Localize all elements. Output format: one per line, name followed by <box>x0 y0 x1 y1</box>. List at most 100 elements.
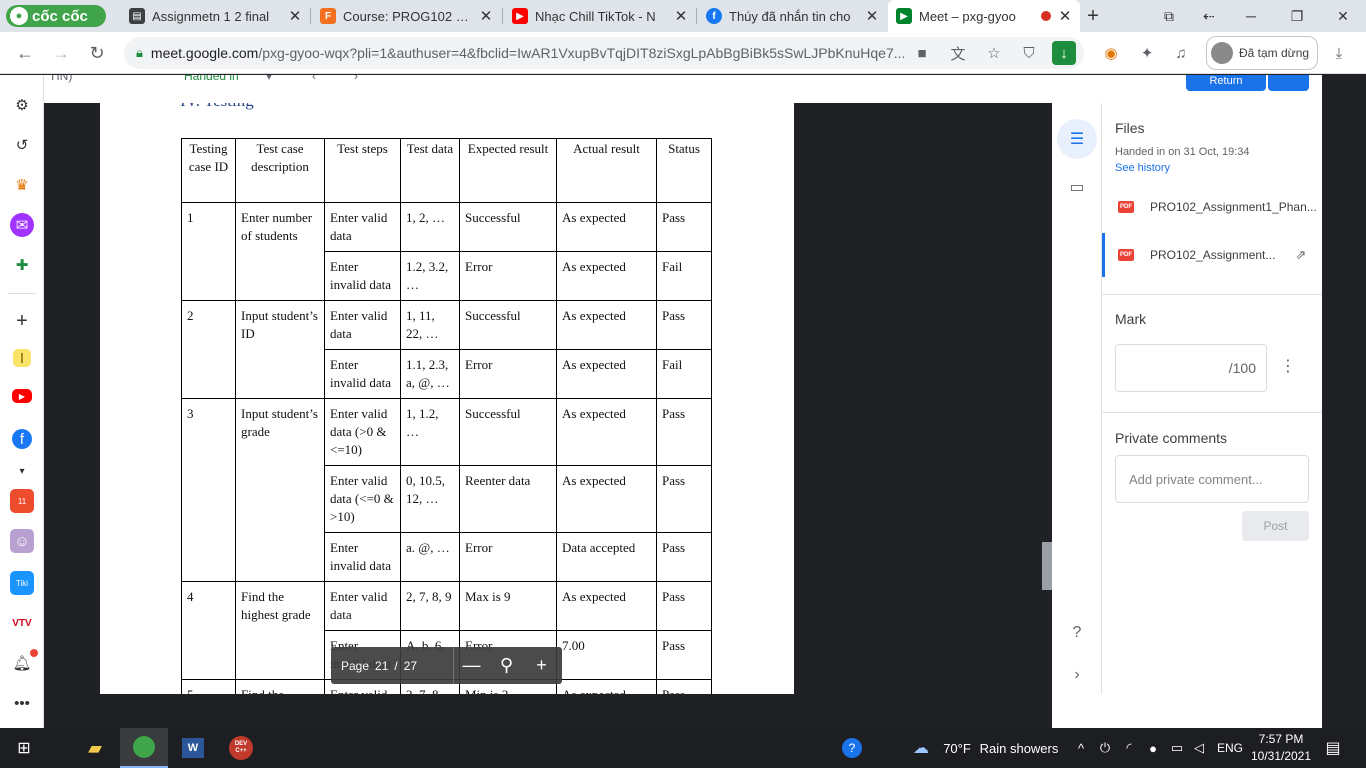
zoom-icon[interactable]: ⚲ <box>489 655 524 676</box>
tab-facebook[interactable]: f Thúy đã nhắn tin cho ✕ <box>698 0 887 32</box>
maximize-button[interactable]: ❐ <box>1274 0 1320 32</box>
devcpp-icon[interactable]: DEV C++ <box>218 728 264 768</box>
back-history-icon[interactable]: ⇠ <box>1186 0 1232 32</box>
file-item[interactable]: PDF PRO102_Assignment1_Phan... <box>1102 185 1322 229</box>
weather-temperature[interactable]: 70°F <box>939 728 975 768</box>
anime-avatar-icon[interactable]: ☺ <box>10 529 34 553</box>
pdf-page: IV. Testing Testing case ID Test case de… <box>100 103 794 694</box>
close-icon[interactable]: ✕ <box>674 7 688 25</box>
facebook-icon: f <box>706 8 722 24</box>
profile-button[interactable]: Đã tạm dừng <box>1206 36 1318 70</box>
prev-student-icon[interactable]: ‹ <box>312 75 316 83</box>
scrollbar-thumb[interactable] <box>1042 542 1052 590</box>
bookmark-star-icon[interactable]: ☆ <box>979 38 1009 68</box>
close-icon[interactable]: ✕ <box>479 7 493 25</box>
close-icon[interactable]: ✕ <box>288 7 302 25</box>
translate-icon[interactable]: 文 <box>943 38 973 68</box>
battery-icon[interactable]: ▭ <box>1166 728 1188 768</box>
word-icon[interactable]: W <box>170 728 216 768</box>
chevron-down-icon[interactable]: ▾ <box>10 459 34 483</box>
lock-icon: 🔒︎ <box>136 45 143 60</box>
coccoc-menu-button[interactable]: ● cốc cốc <box>6 5 106 27</box>
url-path: /pxg-gyoo-wqx?pli=1&authuser=4&fbclid=Iw… <box>258 45 906 61</box>
chevron-right-icon[interactable]: › <box>1065 663 1089 687</box>
zoom-in-button[interactable]: + <box>524 655 559 676</box>
add-icon[interactable]: + <box>10 309 34 333</box>
open-external-icon[interactable]: ⇗ <box>1295 247 1306 263</box>
case-id: 2 <box>181 300 236 399</box>
pdf-toolbar: Page 21 / 27 — ⚲ + <box>331 647 562 684</box>
wifi-icon[interactable]: ◜ <box>1118 728 1140 768</box>
more-icon[interactable]: ••• <box>10 691 34 715</box>
test-data: a. @, … <box>400 532 460 582</box>
network-icon[interactable]: ⏻ <box>1094 728 1116 768</box>
volume-icon[interactable]: ◁ <box>1188 728 1210 768</box>
coccoc-taskbar-icon[interactable] <box>120 728 168 768</box>
post-button[interactable]: Post <box>1242 511 1309 541</box>
rain-cloud-icon[interactable]: ☁ <box>908 728 934 768</box>
see-history-link[interactable]: See history <box>1115 162 1170 174</box>
weather-description[interactable]: Rain showers <box>976 728 1062 768</box>
history-icon[interactable]: ↺ <box>10 133 34 157</box>
reading-list-icon[interactable]: ♫ <box>1166 38 1196 68</box>
status: Pass <box>656 398 712 466</box>
return-button[interactable]: Return <box>1186 75 1266 91</box>
chevron-down-icon[interactable]: ▾ <box>266 75 272 83</box>
mark-title: Mark <box>1115 311 1147 327</box>
facebook-icon[interactable]: f <box>12 429 32 449</box>
close-icon[interactable]: ✕ <box>1058 7 1072 25</box>
reload-icon[interactable]: ↻ <box>82 38 112 68</box>
download-icon[interactable]: ↓ <box>1052 41 1076 65</box>
private-comment-input[interactable]: Add private comment... <box>1115 455 1309 503</box>
status: Pass <box>656 202 712 252</box>
file-explorer-icon[interactable]: ▰ <box>72 728 118 768</box>
comment-icon[interactable]: ▭ <box>1065 175 1089 199</box>
shopee-icon[interactable]: 11 <box>10 489 34 513</box>
help-icon[interactable]: ? <box>1065 621 1089 645</box>
url-domain: meet.google.com <box>150 45 259 61</box>
downloads-tray-icon[interactable]: ⤓ <box>1324 38 1354 68</box>
crown-icon[interactable]: ♛ <box>10 173 34 197</box>
test-step: Enter valid data <box>324 300 401 350</box>
tab-course[interactable]: F Course: PROG102 - G ✕ <box>312 0 501 32</box>
file-item-selected[interactable]: PDF PRO102_Assignment... ⇗ <box>1102 233 1322 277</box>
messenger-icon[interactable]: ✉ <box>10 213 34 237</box>
tab-youtube[interactable]: ▶ Nhạc Chill TikTok - N ✕ <box>504 0 696 32</box>
minimize-button[interactable]: ─ <box>1228 0 1274 32</box>
language-indicator[interactable]: ENG <box>1212 728 1248 768</box>
youtube-icon[interactable]: ▶ <box>12 389 32 403</box>
settings-gear-icon[interactable]: ⚙ <box>10 93 34 117</box>
address-bar[interactable]: 🔒︎ meet.google.com/pxg-gyoo-wqx?pli=1&au… <box>124 37 1084 69</box>
next-student-icon[interactable]: › <box>354 75 358 83</box>
extensions-puzzle-icon[interactable]: ✦ <box>1132 38 1162 68</box>
close-icon[interactable]: ✕ <box>865 7 879 25</box>
grading-details-icon[interactable]: ☰ <box>1057 119 1097 159</box>
gamepad-icon[interactable]: ✚ <box>10 253 34 277</box>
more-options-icon[interactable]: ⋮ <box>1280 356 1296 376</box>
camera-icon[interactable]: ■ <box>907 38 937 68</box>
tab-meet[interactable]: ▶ Meet – pxg-gyoo ✕ <box>888 0 1080 32</box>
tab-assignment[interactable]: ▤ Assignmetn 1 2 final ✕ <box>121 0 310 32</box>
help-tips-icon[interactable]: ? <box>840 728 864 768</box>
page-number-input[interactable]: 21 <box>375 659 388 673</box>
notes-icon[interactable]: I <box>13 349 31 367</box>
notification-center-icon[interactable]: ▤ <box>1316 728 1350 768</box>
mark-input[interactable]: /100 <box>1115 344 1267 392</box>
microphone-icon[interactable]: ● <box>1142 728 1164 768</box>
zoom-out-button[interactable]: — <box>454 655 489 676</box>
extension-coccoc-icon[interactable]: ◉ <box>1096 38 1126 68</box>
windows-start-icon[interactable]: ⊞ <box>0 728 48 768</box>
tiki-icon[interactable]: Tiki <box>10 571 34 595</box>
vtv-go-icon[interactable]: VTV <box>10 611 34 635</box>
navigation-bar: ← → ↻ 🔒︎ meet.google.com/pxg-gyoo-wqx?pl… <box>0 32 1366 74</box>
return-options-button[interactable] <box>1268 75 1309 91</box>
forward-icon[interactable]: → <box>46 38 76 68</box>
test-case-table: Testing case ID Test case description Te… <box>181 138 712 694</box>
clock[interactable]: 7:57 PM 10/31/2021 <box>1250 731 1312 765</box>
status: Pass <box>656 465 712 533</box>
new-tab-button[interactable]: + <box>1078 0 1108 32</box>
window-close-button[interactable]: ✕ <box>1320 0 1366 32</box>
chevron-up-icon[interactable]: ^ <box>1070 728 1092 768</box>
back-icon[interactable]: ← <box>10 38 40 68</box>
shield-icon[interactable]: ⛉ <box>1014 38 1044 68</box>
